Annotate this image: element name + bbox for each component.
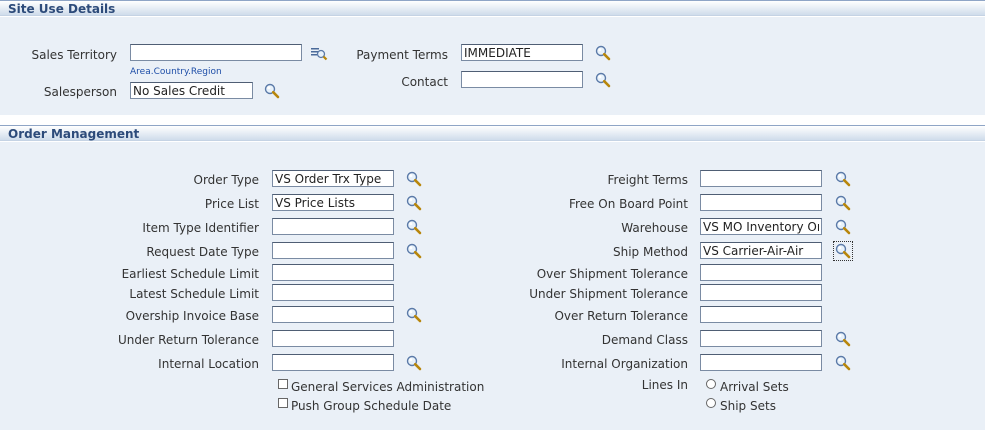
gsa-label: General Services Administration [291,380,485,394]
push-group-label: Push Group Schedule Date [291,399,452,413]
flex-field-icon[interactable] [310,45,328,63]
latest-schedule-limit-input[interactable] [272,284,394,301]
free-on-board-point-input[interactable] [700,194,822,211]
ship-method-input[interactable] [700,242,822,259]
arrival-sets-radio[interactable] [706,379,716,389]
salesperson-search-icon[interactable] [263,82,281,100]
overship-invoice-base-label: Overship Invoice Base [125,309,259,323]
salesperson-label: Salesperson [43,85,117,99]
freight-terms-search-icon[interactable] [834,170,852,188]
earliest-schedule-limit-input[interactable] [272,264,394,281]
sales-territory-input[interactable] [130,44,302,61]
internal-location-label: Internal Location [158,357,259,371]
free-on-board-point-search-icon[interactable] [834,194,852,212]
contact-search-icon[interactable] [594,71,612,89]
internal-location-input[interactable] [272,354,394,371]
free-on-board-point-label: Free On Board Point [568,197,688,211]
over-shipment-tolerance-input[interactable] [700,264,822,281]
warehouse-input[interactable] [700,218,822,235]
earliest-schedule-limit-label: Earliest Schedule Limit [121,267,259,281]
order-type-input[interactable] [272,170,394,187]
salesperson-input[interactable] [130,82,253,99]
price-list-search-icon[interactable] [405,194,423,212]
arrival-sets-label: Arrival Sets [720,380,789,394]
price-list-label: Price List [204,197,259,211]
warehouse-label: Warehouse [621,221,688,235]
order-type-search-icon[interactable] [405,170,423,188]
under-shipment-tolerance-label: Under Shipment Tolerance [529,287,688,301]
under-return-tolerance-label: Under Return Tolerance [118,333,259,347]
lines-in-label: Lines In [641,378,688,392]
push-group-checkbox[interactable] [278,398,288,408]
request-date-type-label: Request Date Type [146,245,259,259]
freight-terms-label: Freight Terms [607,173,689,187]
order-management-header: Order Management [0,125,985,141]
over-shipment-tolerance-label: Over Shipment Tolerance [536,267,688,281]
site-use-panel [0,17,985,115]
item-type-identifier-label: Item Type Identifier [142,221,259,235]
over-return-tolerance-input[interactable] [700,306,822,323]
payment-terms-input[interactable] [461,44,583,61]
request-date-type-search-icon[interactable] [405,242,423,260]
request-date-type-input[interactable] [272,242,394,259]
internal-organization-label: Internal Organization [561,357,688,371]
under-return-tolerance-input[interactable] [272,330,394,347]
internal-location-search-icon[interactable] [405,354,423,372]
ship-method-label: Ship Method [613,245,688,259]
order-type-label: Order Type [193,173,259,187]
demand-class-input[interactable] [700,330,822,347]
sales-territory-label: Sales Territory [31,48,118,62]
gsa-checkbox[interactable] [278,379,288,389]
price-list-input[interactable] [272,194,394,211]
internal-organization-input[interactable] [700,354,822,371]
freight-terms-input[interactable] [700,170,822,187]
contact-label: Contact [401,75,448,89]
contact-input[interactable] [461,71,583,88]
site-use-title: Site Use Details [8,2,116,16]
warehouse-search-icon[interactable] [834,218,852,236]
demand-class-search-icon[interactable] [834,330,852,348]
demand-class-label: Demand Class [601,333,688,347]
ship-method-search-icon[interactable] [833,241,853,261]
order-management-title: Order Management [8,127,140,141]
payment-terms-label: Payment Terms [356,48,448,62]
overship-invoice-base-search-icon[interactable] [405,306,423,324]
over-return-tolerance-label: Over Return Tolerance [554,309,688,323]
under-shipment-tolerance-input[interactable] [700,284,822,301]
latest-schedule-limit-label: Latest Schedule Limit [129,287,259,301]
ship-sets-radio[interactable] [706,398,716,408]
overship-invoice-base-input[interactable] [272,306,394,323]
item-type-identifier-input[interactable] [272,218,394,235]
item-type-identifier-search-icon[interactable] [405,218,423,236]
site-use-header: Site Use Details [0,0,985,16]
ship-sets-label: Ship Sets [720,399,776,413]
sales-territory-hint: Area.Country.Region [130,67,222,77]
internal-organization-search-icon[interactable] [834,354,852,372]
payment-terms-search-icon[interactable] [594,44,612,62]
